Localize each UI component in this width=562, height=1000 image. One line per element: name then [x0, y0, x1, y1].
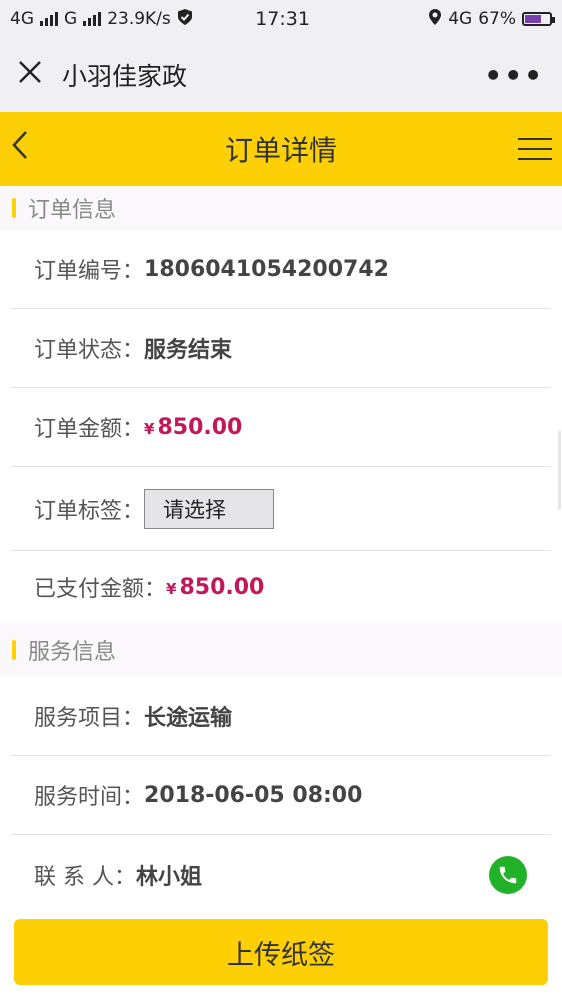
- location-icon: [428, 8, 442, 31]
- service-time: 2018-06-05 08:00: [144, 782, 363, 808]
- network-speed: 23.9K/s: [107, 9, 171, 29]
- section-title: 服务信息: [28, 640, 117, 665]
- close-icon[interactable]: [18, 60, 48, 90]
- status-left: 4G G 23.9K/s: [10, 8, 193, 31]
- paid-amount-row: 已支付金额： ¥850.00: [11, 551, 551, 623]
- order-status: 服务结束: [144, 338, 233, 363]
- battery-fill: [525, 15, 542, 23]
- network-label-3: 4G: [448, 9, 473, 29]
- more-icon[interactable]: •••: [484, 59, 544, 92]
- wechat-title-bar: 小羽佳家政 •••: [0, 38, 562, 112]
- shield-icon: [177, 8, 193, 31]
- menu-icon[interactable]: [518, 138, 552, 160]
- section-marker: [12, 198, 16, 218]
- amount-value: 850.00: [179, 574, 265, 600]
- nav-bar: 订单详情: [0, 112, 562, 186]
- order-number: 1806041054200742: [144, 256, 389, 282]
- page-title: 订单详情: [224, 134, 337, 167]
- scrollbar[interactable]: [558, 430, 561, 510]
- field-label: 订单金额：: [34, 417, 145, 442]
- order-amount-row: 订单金额： ¥850.00: [11, 388, 551, 467]
- network-label-2: G: [64, 9, 78, 29]
- currency-symbol: ¥: [144, 419, 155, 438]
- service-item: 长途运输: [144, 706, 233, 731]
- status-bar: 4G G 23.9K/s 17:31 4G 67%: [0, 0, 562, 38]
- service-item-row: 服务项目： 长途运输: [11, 677, 551, 756]
- field-label: 订单编号：: [34, 259, 145, 284]
- order-tag-row: 订单标签： 请选择: [11, 467, 551, 551]
- order-status-row: 订单状态： 服务结束: [11, 309, 551, 388]
- order-info-header: 订单信息: [0, 186, 562, 230]
- field-label: 服务时间：: [34, 785, 145, 810]
- phone-icon[interactable]: [489, 855, 527, 894]
- contact-name: 林小姐: [136, 864, 203, 890]
- app-title: 小羽佳家政: [62, 62, 188, 91]
- service-time-row: 服务时间： 2018-06-05 08:00: [11, 756, 551, 835]
- currency-symbol: ¥: [166, 579, 177, 598]
- status-right: 4G 67%: [372, 8, 555, 31]
- battery-percent: 67%: [478, 9, 516, 29]
- signal-icon: [40, 12, 58, 26]
- order-amount: ¥850.00: [144, 415, 242, 440]
- field-label: 服务项目：: [34, 706, 145, 731]
- field-label: 已支付金额：: [34, 577, 167, 602]
- section-marker: [12, 640, 16, 660]
- section-title: 订单信息: [28, 198, 117, 223]
- amount-value: 850.00: [157, 414, 243, 440]
- signal-icon-2: [83, 12, 102, 26]
- service-info-header: 服务信息: [0, 623, 562, 677]
- tag-select[interactable]: 请选择: [144, 488, 275, 529]
- battery-icon: [522, 12, 555, 26]
- network-label: 4G: [10, 9, 34, 29]
- paid-amount: ¥850.00: [166, 575, 264, 600]
- field-label: 订单标签：: [34, 498, 145, 524]
- contact-row: 联 系 人： 林小姐: [11, 835, 551, 914]
- upload-signature-button[interactable]: 上传纸签: [14, 919, 548, 985]
- field-label: 联 系 人：: [34, 864, 136, 890]
- order-number-row: 订单编号： 1806041054200742: [11, 230, 551, 309]
- field-label: 订单状态：: [34, 338, 145, 363]
- bottom-bar: 上传纸签: [0, 905, 562, 1000]
- back-icon[interactable]: [10, 129, 50, 169]
- clock: 17:31: [255, 8, 310, 30]
